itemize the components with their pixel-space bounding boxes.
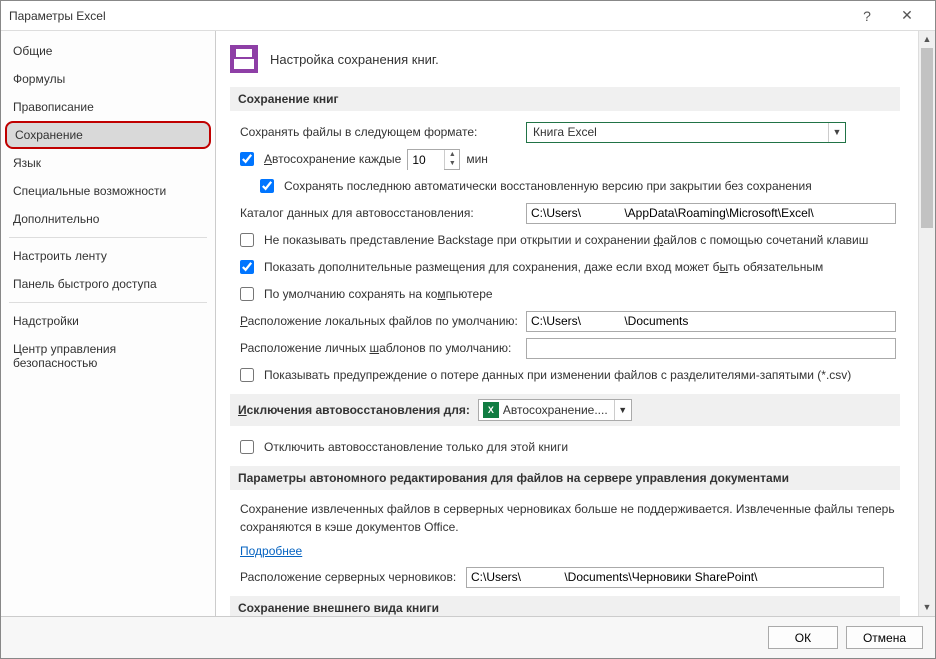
server-drafts-input[interactable] [466, 567, 884, 588]
sidebar-item-language[interactable]: Язык [1, 149, 215, 177]
keep-last-autorecover-checkbox[interactable] [260, 179, 274, 193]
section-offline-editing: Параметры автономного редактирования для… [230, 466, 900, 490]
section-autorecover-exceptions: Исключения автовосстановления для: X Авт… [230, 394, 900, 426]
sidebar: Общие Формулы Правописание Сохранение Яз… [1, 31, 216, 616]
sidebar-item-save[interactable]: Сохранение [5, 121, 211, 149]
sidebar-item-proofing[interactable]: Правописание [1, 93, 215, 121]
sidebar-item-formulas[interactable]: Формулы [1, 65, 215, 93]
keep-last-autorecover-label: Сохранять последнюю автоматически восста… [284, 179, 812, 193]
window-title: Параметры Excel [9, 9, 847, 23]
templates-input[interactable] [526, 338, 896, 359]
disable-autorecover-label: Отключить автовосстановление только для … [264, 440, 568, 454]
vertical-scrollbar[interactable]: ▲ ▼ [918, 31, 935, 616]
scroll-up-icon[interactable]: ▲ [919, 31, 935, 48]
autorecover-dir-label: Каталог данных для автовосстановления: [240, 206, 520, 220]
offline-info-text: Сохранение извлеченных файлов в серверны… [240, 500, 900, 536]
learn-more-link[interactable]: Подробнее [240, 544, 302, 558]
local-files-input[interactable] [526, 311, 896, 332]
save-format-label: Сохранять файлы в следующем формате: [240, 125, 520, 139]
close-button[interactable]: ✕ [887, 7, 927, 24]
sidebar-item-advanced[interactable]: Дополнительно [1, 205, 215, 233]
scroll-down-icon[interactable]: ▼ [919, 599, 935, 616]
show-extra-locations-label: Показать дополнительные размещения для с… [264, 260, 823, 274]
scroll-thumb[interactable] [921, 48, 933, 228]
sidebar-item-trust-center[interactable]: Центр управления безопасностью [1, 335, 215, 377]
workbook-exception-combo[interactable]: X Автосохранение.... ▼ [478, 399, 632, 421]
save-to-computer-checkbox[interactable] [240, 287, 254, 301]
section-book-appearance: Сохранение внешнего вида книги [230, 596, 900, 616]
excel-icon: X [483, 402, 499, 418]
page-title: Настройка сохранения книг. [270, 52, 439, 67]
sidebar-item-addins[interactable]: Надстройки [1, 307, 215, 335]
autosave-interval-input[interactable]: ▲▼ [407, 149, 460, 170]
ok-button[interactable]: ОК [768, 626, 838, 649]
cancel-button[interactable]: Отмена [846, 626, 923, 649]
templates-label: Расположение личных шаблонов по умолчани… [240, 341, 520, 355]
disable-autorecover-checkbox[interactable] [240, 440, 254, 454]
spin-up-icon[interactable]: ▲ [445, 150, 459, 160]
show-extra-locations-checkbox[interactable] [240, 260, 254, 274]
autosave-checkbox[interactable] [240, 152, 254, 166]
csv-warning-label: Показывать предупреждение о потере данны… [264, 368, 851, 382]
autosave-label: Автосохранение каждые [264, 152, 401, 166]
dialog-footer: ОК Отмена [1, 616, 935, 658]
section-save-books: Сохранение книг [230, 87, 900, 111]
autosave-unit: мин [466, 152, 488, 166]
local-files-label: Расположение локальных файлов по умолчан… [240, 314, 520, 328]
csv-warning-checkbox[interactable] [240, 368, 254, 382]
server-drafts-label: Расположение серверных черновиков: [240, 570, 460, 584]
sidebar-item-customize-ribbon[interactable]: Настроить ленту [1, 242, 215, 270]
save-format-combo[interactable]: Книга Excel ▼ [526, 122, 846, 143]
help-button[interactable]: ? [847, 8, 887, 24]
chevron-down-icon[interactable]: ▼ [614, 400, 631, 420]
no-backstage-checkbox[interactable] [240, 233, 254, 247]
save-disk-icon [230, 45, 258, 73]
save-to-computer-label: По умолчанию сохранять на компьютере [264, 287, 493, 301]
content-pane: Настройка сохранения книг. Сохранение кн… [216, 31, 918, 616]
sidebar-item-quick-access[interactable]: Панель быстрого доступа [1, 270, 215, 298]
excel-options-dialog: Параметры Excel ? ✕ Общие Формулы Правоп… [0, 0, 936, 659]
sidebar-item-accessibility[interactable]: Специальные возможности [1, 177, 215, 205]
sidebar-item-general[interactable]: Общие [1, 37, 215, 65]
no-backstage-label: Не показывать представление Backstage пр… [264, 233, 868, 247]
spin-down-icon[interactable]: ▼ [445, 159, 459, 169]
titlebar: Параметры Excel ? ✕ [1, 1, 935, 31]
chevron-down-icon[interactable]: ▼ [828, 123, 845, 142]
autorecover-dir-input[interactable] [526, 203, 896, 224]
